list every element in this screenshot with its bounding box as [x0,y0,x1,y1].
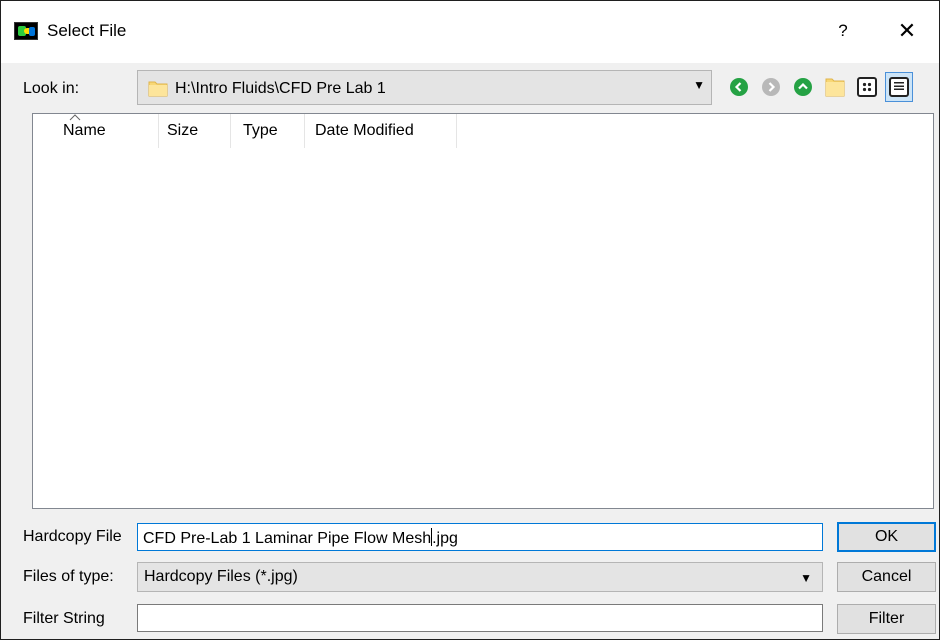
window-title: Select File [47,21,127,40]
column-header-label: Type [243,122,278,139]
title-bar: Select File ? ✕ [1,1,939,63]
hardcopy-file-input[interactable]: CFD Pre-Lab 1 Laminar Pipe Flow Mesh.jpg [137,523,823,551]
files-of-type-label: Files of type: [23,568,114,585]
column-header-type[interactable]: Type [231,114,305,148]
ok-button[interactable]: OK [837,522,936,552]
look-in-label: Look in: [23,80,80,97]
forward-button[interactable] [757,72,785,102]
column-header-name[interactable]: Name [33,114,159,148]
help-button[interactable]: ? [821,13,865,49]
close-button[interactable]: ✕ [879,13,935,49]
new-folder-icon [825,78,845,97]
detail-view-icon [889,77,909,97]
look-in-dropdown[interactable]: H:\Intro Fluids\CFD Pre Lab 1 ▼ [137,70,712,105]
look-in-path: H:\Intro Fluids\CFD Pre Lab 1 [175,80,386,97]
column-header-size[interactable]: Size [159,114,231,148]
list-view-icon [857,77,877,97]
parent-folder-icon [794,78,812,96]
app-logo-icon [14,22,38,40]
files-of-type-dropdown[interactable]: Hardcopy Files (*.jpg) ▼ [137,562,823,592]
filter-string-label: Filter String [23,610,105,627]
file-list[interactable]: Name Size Type Date Modified [32,113,934,509]
folder-icon [148,78,168,102]
detail-view-button[interactable] [885,72,913,102]
column-header-label: Date Modified [315,122,414,139]
column-header-date-modified[interactable]: Date Modified [305,114,457,148]
cancel-button[interactable]: Cancel [837,562,936,592]
forward-icon [762,78,780,96]
hardcopy-file-extension: .jpg [432,530,458,547]
column-header-label: Size [167,122,199,139]
filter-button[interactable]: Filter [837,604,936,634]
list-view-button[interactable] [853,72,881,102]
new-folder-button[interactable] [821,72,849,102]
back-button[interactable] [725,72,753,102]
hardcopy-file-label: Hardcopy File [23,528,122,545]
back-icon [730,78,748,96]
hardcopy-file-value: CFD Pre-Lab 1 Laminar Pipe Flow Mesh [143,530,432,547]
chevron-down-icon: ▼ [800,571,812,585]
filter-string-input[interactable] [137,604,823,632]
select-file-dialog: Select File ? ✕ Look in: H:\Intro Fluids… [0,0,940,640]
parent-folder-button[interactable] [789,72,817,102]
chevron-down-icon: ▼ [693,78,705,92]
column-header-label: Name [63,122,106,139]
files-of-type-value: Hardcopy Files (*.jpg) [144,568,298,585]
